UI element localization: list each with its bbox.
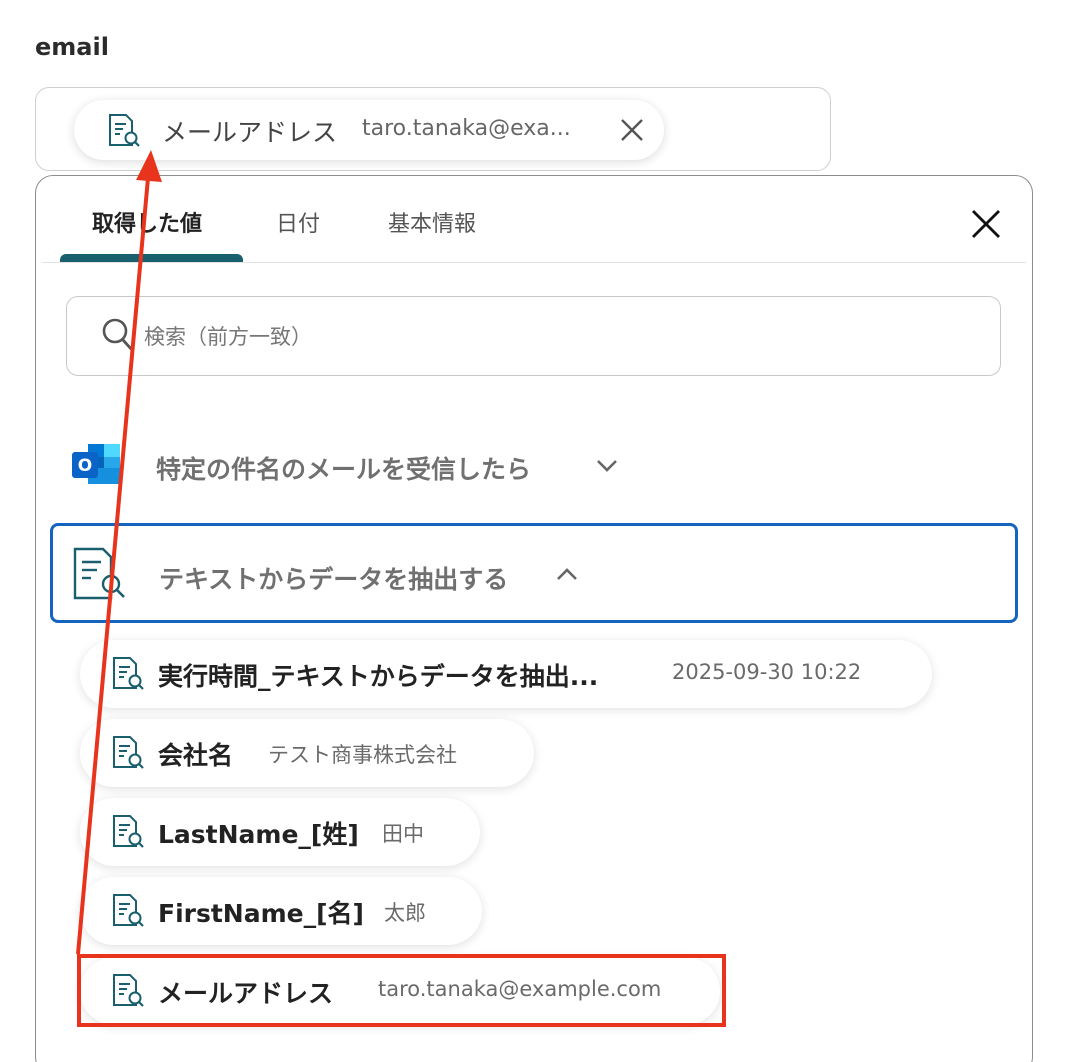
chip-label: メールアドレス bbox=[162, 118, 338, 147]
active-tab-indicator bbox=[60, 254, 243, 262]
document-search-icon bbox=[110, 656, 146, 696]
tab-basic-info[interactable]: 基本情報 bbox=[388, 206, 476, 238]
item-value: テスト商事株式会社 bbox=[268, 743, 457, 767]
document-search-icon bbox=[106, 113, 142, 153]
selected-variable-chip[interactable]: メールアドレス taro.tanaka@exa... bbox=[74, 100, 664, 160]
item-label: 会社名 bbox=[158, 741, 234, 770]
list-item-email-address[interactable]: メールアドレス taro.tanaka@example.com bbox=[80, 957, 720, 1025]
tab-retrieved-values[interactable]: 取得した値 bbox=[92, 206, 202, 238]
section-outlook-trigger[interactable]: O 特定の件名のメールを受信したら bbox=[50, 418, 1018, 518]
list-item-last-name[interactable]: LastName_[姓] 田中 bbox=[80, 798, 480, 866]
chip-value: taro.tanaka@exa... bbox=[362, 116, 571, 141]
chevron-up-icon bbox=[555, 564, 579, 588]
list-item-execution-time[interactable]: 実行時間_テキストからデータを抽出... 2025-09-30 10:22 bbox=[80, 640, 932, 708]
variable-picker-page: email メールアドレス taro.tanaka@exa... 取得した値 日… bbox=[0, 0, 1074, 1062]
outlook-icon: O bbox=[70, 438, 122, 494]
item-label: LastName_[姓] bbox=[158, 820, 359, 849]
tab-bar: 取得した値 日付 基本情報 bbox=[42, 176, 1026, 263]
document-search-icon bbox=[110, 814, 146, 854]
document-search-icon bbox=[110, 893, 146, 933]
item-value: 2025-09-30 10:22 bbox=[672, 660, 862, 684]
item-value: 田中 bbox=[382, 822, 424, 846]
item-value: taro.tanaka@example.com bbox=[378, 977, 662, 1001]
tab-date[interactable]: 日付 bbox=[276, 206, 320, 238]
item-value: 太郎 bbox=[384, 901, 426, 925]
item-label: メールアドレス bbox=[158, 979, 334, 1008]
svg-text:O: O bbox=[78, 456, 92, 476]
item-label: 実行時間_テキストからデータを抽出... bbox=[158, 662, 599, 691]
remove-chip-icon[interactable] bbox=[618, 116, 646, 144]
list-item-first-name[interactable]: FirstName_[名] 太郎 bbox=[80, 877, 482, 945]
close-icon[interactable] bbox=[969, 207, 1003, 241]
list-item-company-name[interactable]: 会社名 テスト商事株式会社 bbox=[80, 719, 534, 787]
document-search-icon bbox=[110, 735, 146, 775]
document-search-icon bbox=[110, 973, 146, 1013]
item-label: FirstName_[名] bbox=[158, 899, 364, 928]
search-icon bbox=[100, 316, 136, 358]
search-input[interactable] bbox=[144, 318, 944, 356]
section-title: 特定の件名のメールを受信したら bbox=[156, 455, 532, 484]
chevron-down-icon bbox=[595, 456, 619, 480]
section-extract-text[interactable]: テキストからデータを抽出する bbox=[50, 523, 1018, 623]
field-label: email bbox=[35, 33, 109, 61]
document-search-icon bbox=[71, 546, 129, 606]
section-title: テキストからデータを抽出する bbox=[159, 565, 509, 594]
